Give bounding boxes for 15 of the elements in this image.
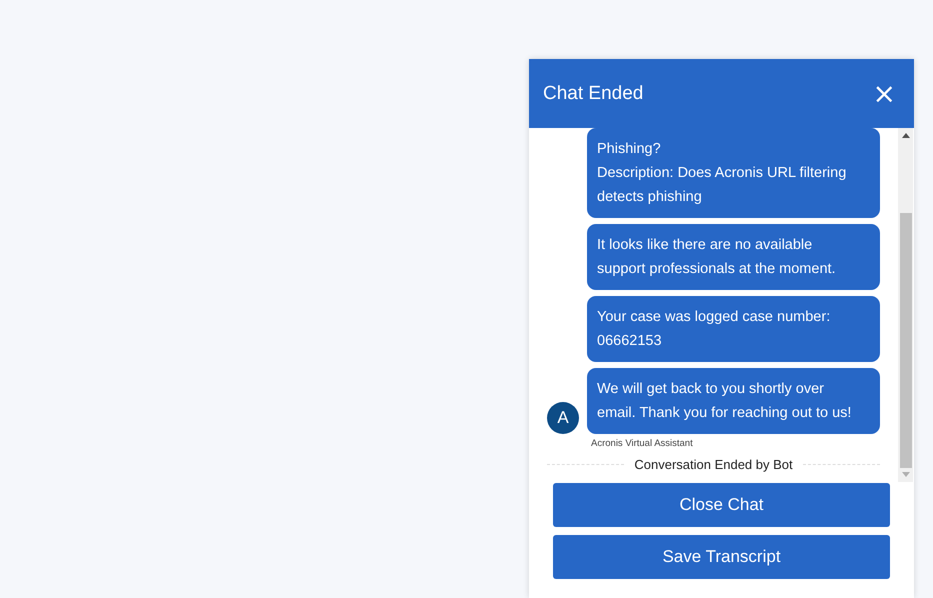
message-bubble: Phishing? Description: Does Acronis URL filtering detects phishing — [587, 128, 880, 218]
action-button[interactable]: Close Chat — [553, 483, 890, 527]
chat-title: Chat Ended — [543, 82, 644, 104]
message-bubble: Your case was logged case number: 06662153 — [587, 296, 880, 362]
conversation-ended-label: Conversation Ended by Bot — [634, 457, 793, 472]
scroll-thumb[interactable] — [900, 212, 912, 468]
sender-name: Acronis Virtual Assistant — [591, 438, 694, 449]
message-bubble: We will get back to you shortly over email. Thank you for reaching out to us! — [587, 368, 880, 434]
message-bubble: It looks like there are no available support professionals at the moment. — [587, 224, 880, 290]
scroll-up-icon[interactable] — [902, 133, 910, 138]
scrollbar[interactable] — [898, 128, 913, 482]
scroll-down-icon[interactable] — [902, 472, 910, 477]
action-button[interactable]: Save Transcript — [553, 535, 890, 579]
close-button[interactable]: × — [868, 80, 900, 108]
avatar: A — [547, 402, 579, 434]
